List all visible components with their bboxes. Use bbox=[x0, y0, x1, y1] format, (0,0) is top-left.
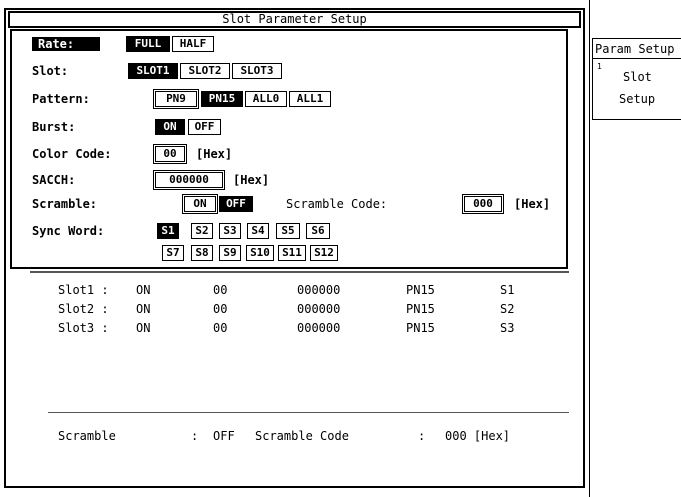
footer-scramble-code-sep: : bbox=[418, 429, 426, 443]
scramble-code-label: Scramble Code: bbox=[286, 197, 388, 211]
sync-s5-option[interactable]: S5 bbox=[276, 223, 300, 239]
slot2-option[interactable]: SLOT2 bbox=[180, 63, 230, 79]
row-slot: Slot3 : bbox=[58, 321, 109, 335]
pattern-label: Pattern: bbox=[32, 92, 90, 106]
burst-label: Burst: bbox=[32, 120, 76, 134]
sacch-field[interactable]: 000000 bbox=[153, 170, 225, 190]
softkey-label-line1: Slot bbox=[623, 70, 652, 84]
sync-s10-option[interactable]: S10 bbox=[246, 245, 274, 261]
row-sync-word: S3 bbox=[500, 321, 515, 335]
slot-setup-softkey[interactable]: 1 Slot Setup bbox=[593, 60, 681, 120]
slot-label: Slot: bbox=[32, 64, 69, 78]
scramble-off-option[interactable]: OFF bbox=[219, 196, 253, 212]
row-sacch: 000000 bbox=[297, 283, 341, 297]
footer-scramble-sep: : bbox=[191, 429, 199, 443]
scramble-code-field[interactable]: 000 bbox=[462, 194, 504, 214]
sync-s3-option[interactable]: S3 bbox=[219, 223, 241, 239]
sync-s6-option[interactable]: S6 bbox=[306, 223, 330, 239]
footer-scramble-label: Scramble bbox=[58, 429, 116, 443]
summary-top-divider bbox=[30, 271, 569, 273]
burst-on-option[interactable]: ON bbox=[155, 119, 185, 135]
pattern-pn9-option[interactable]: PN9 bbox=[153, 89, 199, 109]
sacch-unit: [Hex] bbox=[233, 173, 270, 187]
row-slot: Slot1 : bbox=[58, 283, 109, 297]
side-menu: Param Setup 1 Slot Setup bbox=[592, 38, 681, 120]
color-code-field[interactable]: 00 bbox=[153, 144, 187, 164]
row-sacch: 000000 bbox=[297, 302, 341, 316]
row-slot: Slot2 : bbox=[58, 302, 109, 316]
row-pattern: PN15 bbox=[406, 321, 435, 335]
sync-s2-option[interactable]: S2 bbox=[191, 223, 213, 239]
scramble-code-unit: [Hex] bbox=[514, 197, 551, 211]
menu-divider bbox=[589, 0, 590, 497]
footer-scramble-value: OFF bbox=[213, 429, 235, 443]
side-menu-title: Param Setup bbox=[593, 39, 681, 59]
sync-s9-option[interactable]: S9 bbox=[219, 245, 241, 261]
row-sacch: 000000 bbox=[297, 321, 341, 335]
color-code-unit: [Hex] bbox=[196, 147, 233, 161]
summary-footer-divider bbox=[48, 412, 569, 413]
row-color-code: 00 bbox=[213, 321, 228, 335]
sync-s11-option[interactable]: S11 bbox=[278, 245, 306, 261]
rate-full-option[interactable]: FULL bbox=[126, 36, 170, 52]
footer-scramble-code-value: 000 [Hex] bbox=[445, 429, 511, 443]
row-sync-word: S2 bbox=[500, 302, 515, 316]
footer-scramble-code-label: Scramble Code bbox=[255, 429, 349, 443]
row-color-code: 00 bbox=[213, 283, 228, 297]
row-pattern: PN15 bbox=[406, 302, 435, 316]
scramble-on-option[interactable]: ON bbox=[182, 194, 218, 214]
pattern-all0-option[interactable]: ALL0 bbox=[245, 91, 287, 107]
sync-s8-option[interactable]: S8 bbox=[191, 245, 213, 261]
scramble-label: Scramble: bbox=[32, 197, 98, 211]
sync-s7-option[interactable]: S7 bbox=[162, 245, 184, 261]
softkey-label-line2: Setup bbox=[619, 92, 656, 106]
pattern-all1-option[interactable]: ALL1 bbox=[289, 91, 331, 107]
slot1-option[interactable]: SLOT1 bbox=[128, 63, 178, 79]
window-title: Slot Parameter Setup bbox=[8, 11, 581, 28]
row-burst: ON bbox=[136, 321, 151, 335]
sync-s1-option[interactable]: S1 bbox=[157, 223, 179, 239]
sync-s12-option[interactable]: S12 bbox=[310, 245, 338, 261]
softkey-number: 1 bbox=[597, 62, 602, 71]
sync-s4-option[interactable]: S4 bbox=[247, 223, 269, 239]
row-burst: ON bbox=[136, 302, 151, 316]
color-code-label: Color Code: bbox=[32, 147, 112, 161]
row-burst: ON bbox=[136, 283, 151, 297]
rate-label: Rate: bbox=[32, 37, 100, 51]
pattern-pn15-option[interactable]: PN15 bbox=[201, 91, 243, 107]
sacch-label: SACCH: bbox=[32, 173, 76, 187]
sync-word-label: Sync Word: bbox=[32, 224, 105, 238]
burst-off-option[interactable]: OFF bbox=[188, 119, 221, 135]
row-sync-word: S1 bbox=[500, 283, 515, 297]
setup-panel: Rate: FULL HALF Slot: SLOT1 SLOT2 SLOT3 … bbox=[10, 29, 568, 269]
row-color-code: 00 bbox=[213, 302, 228, 316]
row-pattern: PN15 bbox=[406, 283, 435, 297]
slot3-option[interactable]: SLOT3 bbox=[232, 63, 282, 79]
rate-half-option[interactable]: HALF bbox=[172, 36, 214, 52]
